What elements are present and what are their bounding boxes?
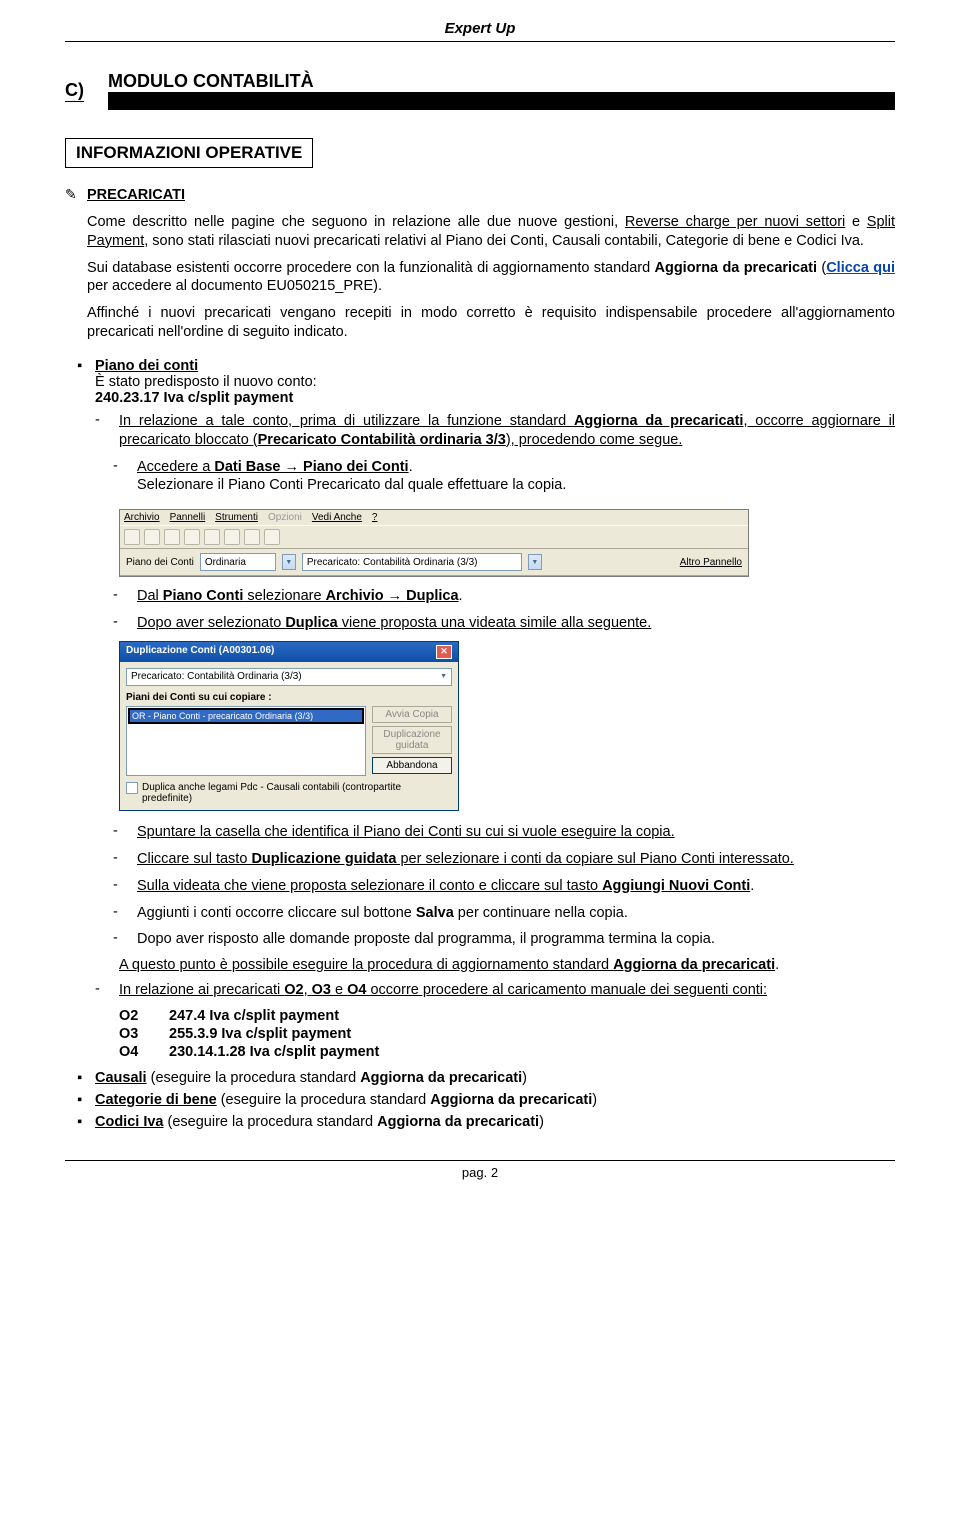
page-footer: pag. 2: [65, 1160, 895, 1180]
info-heading: INFORMAZIONI OPERATIVE: [65, 138, 313, 168]
piano-title: Piano dei conti: [95, 358, 198, 374]
toolbar-icon: [144, 529, 160, 545]
dialog-subheading: Piani dei Conti su cui copiare :: [126, 692, 452, 703]
square-bullet-icon: ▪: [77, 1070, 95, 1086]
app-toolbar-screenshot: ArchivioPannelliStrumentiOpzioniVedi Anc…: [119, 509, 749, 577]
list-item-selected[interactable]: OR - Piano Conti - precaricato Ordinaria…: [128, 708, 364, 724]
toolbar-icon: [224, 529, 240, 545]
section-name: MODULO CONTABILITÀ: [108, 72, 895, 110]
dash-icon: -: [95, 412, 119, 450]
piano-code: 240.23.17 Iva c/split payment: [95, 390, 895, 406]
avvia-copia-button[interactable]: Avvia Copia: [372, 706, 452, 723]
dialog-piani-list[interactable]: OR - Piano Conti - precaricato Ordinaria…: [126, 706, 366, 776]
dialog-checkbox-label: Duplica anche legami Pdc - Causali conta…: [142, 782, 452, 804]
bottom-causali: Causali (eseguire la procedura standard …: [95, 1070, 895, 1086]
doc-title: Expert Up: [65, 20, 895, 42]
square-bullet-icon: ▪: [77, 1092, 95, 1108]
close-icon[interactable]: ✕: [436, 645, 452, 659]
section-letter: C): [65, 80, 84, 102]
toolbar-icon: [204, 529, 220, 545]
precaricati-p1: Come descritto nelle pagine che seguono …: [87, 213, 895, 251]
piano-d2-line2: Selezionare il Piano Conti Precaricato d…: [137, 476, 895, 495]
piano-d6: Cliccare sul tasto Duplicazione guidata …: [137, 850, 895, 869]
dialog-title: Duplicazione Conti (A00301.06): [126, 645, 274, 659]
duplicazione-dialog-screenshot: Duplicazione Conti (A00301.06) ✕ Precari…: [119, 641, 459, 811]
rel-row-o2: O2247.4 Iva c/split payment: [119, 1008, 895, 1024]
app-icon-row: [120, 525, 748, 549]
toolbar-icon: [164, 529, 180, 545]
piano-d5: Spuntare la casella che identifica il Pi…: [137, 823, 895, 842]
rel-row-o3: O3255.3.9 Iva c/split payment: [119, 1026, 895, 1042]
toolbar-icon: [264, 529, 280, 545]
rel-row-o4: O4230.14.1.28 Iva c/split payment: [119, 1044, 895, 1060]
lbl-piano-conti: Piano dei Conti: [126, 557, 194, 568]
piano-d8: Aggiunti i conti occorre cliccare sul bo…: [137, 904, 895, 923]
piano-fin1: A questo punto è possibile eseguire la p…: [119, 957, 895, 973]
precaricati-p3: Affinché i nuovi precaricati vengano rec…: [87, 304, 895, 342]
piano-select[interactable]: Ordinaria: [200, 553, 276, 571]
piano-d9: Dopo aver risposto alle domande proposte…: [137, 930, 895, 949]
duplicazione-guidata-button[interactable]: Duplicazione guidata: [372, 726, 452, 754]
precaricati-title: PRECARICATI: [87, 187, 185, 203]
dash-icon: -: [113, 930, 137, 949]
chevron-down-icon[interactable]: ▼: [528, 554, 542, 570]
piano-d2: Accedere a Dati Base → Piano dei Conti.: [137, 458, 895, 477]
square-bullet-icon: ▪: [77, 358, 95, 406]
dialog-precaricato[interactable]: Precaricato: Contabilità Ordinaria (3/3)…: [126, 668, 452, 686]
altro-pannello-link[interactable]: Altro Pannello: [680, 557, 742, 568]
section-header: C) MODULO CONTABILITÀ: [65, 72, 895, 110]
abbandona-button[interactable]: Abbandona: [372, 757, 452, 774]
dash-icon: -: [113, 850, 137, 869]
bottom-codici-iva: Codici Iva (eseguire la procedura standa…: [95, 1114, 895, 1130]
dash-icon: -: [113, 614, 137, 633]
precaricato-select[interactable]: Precaricato: Contabilità Ordinaria (3/3): [302, 553, 522, 571]
dash-icon: -: [113, 877, 137, 896]
app-menubar: ArchivioPannelliStrumentiOpzioniVedi Anc…: [120, 510, 748, 525]
dash-icon: -: [113, 458, 137, 496]
piano-d4: Dopo aver selezionato Duplica viene prop…: [137, 614, 895, 633]
toolbar-icon: [184, 529, 200, 545]
dash-icon: -: [113, 904, 137, 923]
dash-icon: -: [113, 587, 137, 606]
toolbar-icon: [124, 529, 140, 545]
piano-d1: In relazione a tale conto, prima di util…: [119, 412, 895, 450]
toolbar-icon: [244, 529, 260, 545]
dash-icon: -: [95, 981, 119, 1000]
dash-icon: -: [113, 823, 137, 842]
clicca-qui-link[interactable]: Clicca qui: [826, 260, 895, 276]
square-bullet-icon: ▪: [77, 1114, 95, 1130]
precaricati-p2: Sui database esistenti occorre procedere…: [87, 259, 895, 297]
bottom-categorie: Categorie di bene (eseguire la procedura…: [95, 1092, 895, 1108]
checkbox[interactable]: [126, 782, 138, 794]
piano-d7: Sulla videata che viene proposta selezio…: [137, 877, 895, 896]
piano-d3: Dal Piano Conti selezionare Archivio → D…: [137, 587, 895, 606]
piano-sub1: È stato predisposto il nuovo conto:: [95, 374, 895, 390]
piano-rel-intro: In relazione ai precaricati O2, O3 e O4 …: [119, 981, 895, 1000]
pencil-icon: ✎: [65, 186, 81, 350]
chevron-down-icon[interactable]: ▼: [282, 554, 296, 570]
